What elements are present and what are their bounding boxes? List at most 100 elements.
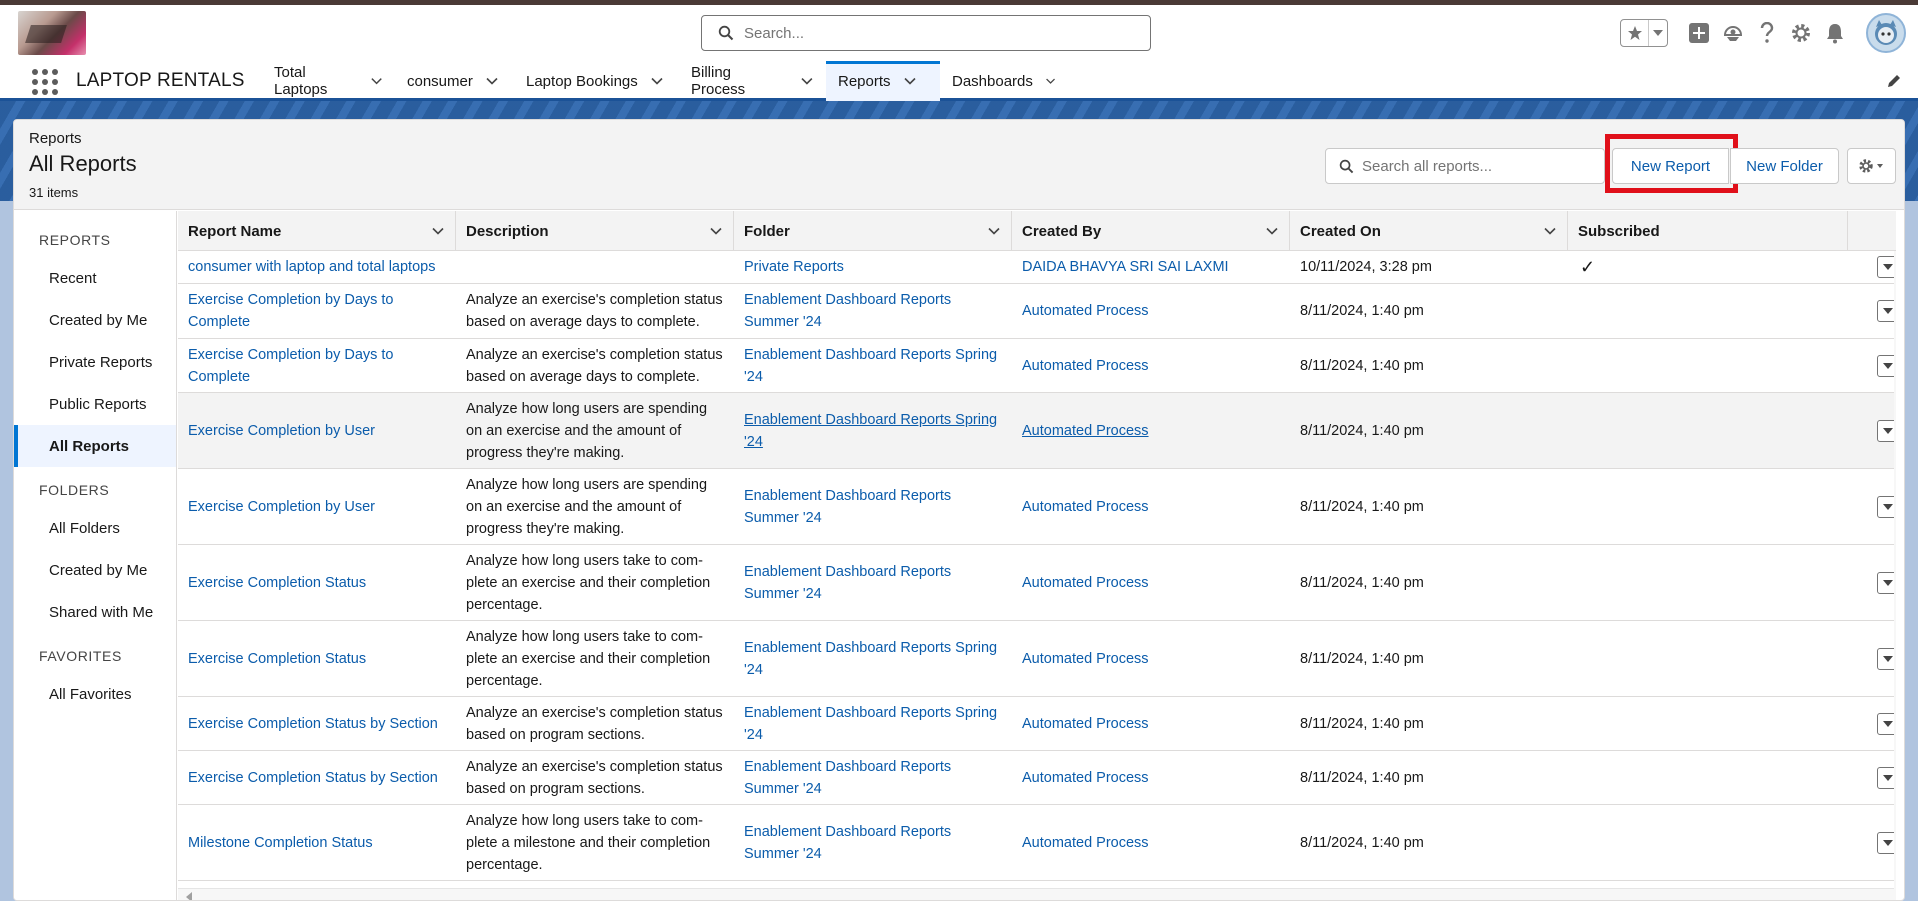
chevron-down-icon bbox=[1883, 775, 1893, 781]
report-name-link[interactable]: Milestone Completion Status bbox=[178, 805, 456, 880]
report-description: Analyze how long users take to com-plete… bbox=[466, 628, 711, 689]
setup-gear-icon[interactable] bbox=[1789, 21, 1813, 45]
report-subscribed bbox=[1568, 697, 1848, 750]
chevron-down-icon[interactable] bbox=[485, 74, 499, 88]
vertical-scrollbar[interactable] bbox=[1894, 251, 1896, 900]
list-settings-button[interactable] bbox=[1847, 148, 1896, 184]
report-created-by-link[interactable]: Automated Process bbox=[1012, 545, 1290, 620]
chevron-down-icon[interactable] bbox=[431, 224, 445, 238]
report-created-by-link[interactable]: Automated Process bbox=[1012, 339, 1290, 392]
report-name-link[interactable]: Exercise Completion by Days to Complete bbox=[178, 339, 456, 392]
edit-nav-pencil-icon[interactable] bbox=[1886, 73, 1902, 89]
column-header-created-by[interactable]: Created By bbox=[1012, 211, 1290, 251]
report-created-by-link[interactable]: Automated Process bbox=[1012, 284, 1290, 338]
chevron-down-icon[interactable] bbox=[987, 224, 1001, 238]
sidebar-item-folders-created-by-me[interactable]: Created by Me bbox=[14, 549, 176, 591]
notifications-bell-icon[interactable] bbox=[1823, 21, 1847, 45]
search-icon bbox=[1339, 159, 1354, 173]
chevron-down-icon[interactable] bbox=[650, 74, 664, 88]
report-search[interactable] bbox=[1325, 148, 1605, 184]
global-create-icon[interactable] bbox=[1687, 21, 1711, 45]
report-subscribed bbox=[1568, 751, 1848, 804]
column-header-subscribed[interactable]: Subscribed bbox=[1568, 211, 1848, 251]
column-header-folder[interactable]: Folder bbox=[734, 211, 1012, 251]
chevron-down-icon[interactable] bbox=[1265, 224, 1279, 238]
global-search-input[interactable] bbox=[744, 24, 1124, 42]
report-search-input[interactable] bbox=[1362, 157, 1602, 175]
report-created-by-link[interactable]: Automated Process bbox=[1012, 469, 1290, 544]
sidebar-item-recent[interactable]: Recent bbox=[14, 257, 176, 299]
nav-tab-laptop-bookings[interactable]: Laptop Bookings bbox=[514, 61, 679, 101]
sidebar-item-all-favorites[interactable]: All Favorites bbox=[14, 673, 176, 715]
report-name-link[interactable]: Exercise Completion by User bbox=[178, 393, 456, 468]
report-created-by-link[interactable]: Automated Process bbox=[1012, 393, 1290, 468]
subscribed-checkmark-icon: ✓ bbox=[1580, 257, 1596, 277]
report-folder-link[interactable]: Enablement Dashboard Reports Summer '24 bbox=[734, 469, 1012, 544]
nav-tab-billing-process[interactable]: Billing Process bbox=[679, 61, 826, 101]
nav-tab-reports[interactable]: Reports bbox=[826, 61, 940, 101]
report-name-link[interactable]: Exercise Completion by Days to Complete bbox=[178, 284, 456, 338]
nav-tab-consumer[interactable]: consumer bbox=[395, 61, 514, 101]
report-folder-link[interactable]: Private Reports bbox=[734, 251, 1012, 283]
app-name: LAPTOP RENTALS bbox=[76, 70, 245, 91]
report-created-by-link[interactable]: Automated Process bbox=[1012, 621, 1290, 696]
app-launcher-icon[interactable] bbox=[32, 69, 58, 95]
sidebar-item-all-reports[interactable]: All Reports bbox=[14, 425, 176, 467]
column-header-description[interactable]: Description bbox=[456, 211, 734, 251]
report-name-link[interactable]: consumer with laptop and total laptops bbox=[178, 251, 456, 283]
report-created-by-link[interactable]: Automated Process bbox=[1012, 805, 1290, 880]
chevron-down-icon[interactable] bbox=[709, 224, 723, 238]
sidebar-item-private-reports[interactable]: Private Reports bbox=[14, 341, 176, 383]
scroll-left-arrow-icon[interactable] bbox=[186, 892, 192, 900]
report-description: Analyze an exercise's completion status … bbox=[466, 346, 723, 385]
new-report-button[interactable]: New Report bbox=[1612, 148, 1729, 184]
table-row: Exercise Completion by Days to Complete … bbox=[178, 339, 1896, 393]
table-row: consumer with laptop and total laptops P… bbox=[178, 251, 1896, 284]
report-created-by-link[interactable]: Automated Process bbox=[1012, 697, 1290, 750]
nav-tab-label: consumer bbox=[407, 72, 473, 90]
report-folder-link[interactable]: Enablement Dashboard Reports Spring '24 bbox=[734, 697, 1012, 750]
report-name-link[interactable]: Exercise Completion Status bbox=[178, 545, 456, 620]
report-created-on: 8/11/2024, 1:40 pm bbox=[1300, 357, 1424, 374]
help-icon[interactable] bbox=[1755, 21, 1779, 45]
report-description: Analyze how long users are spending on a… bbox=[466, 476, 708, 537]
report-name-link[interactable]: Exercise Completion Status by Section bbox=[178, 751, 456, 804]
horizontal-scrollbar[interactable] bbox=[178, 888, 1894, 900]
report-created-on: 8/11/2024, 1:40 pm bbox=[1300, 769, 1424, 786]
report-folder-link[interactable]: Enablement Dashboard Reports Summer '24 bbox=[734, 284, 1012, 338]
chevron-down-icon[interactable] bbox=[903, 74, 917, 88]
report-description bbox=[456, 251, 734, 283]
nav-tab-total-laptops[interactable]: Total Laptops bbox=[262, 61, 395, 101]
global-search[interactable] bbox=[701, 15, 1151, 51]
report-folder-link[interactable]: Enablement Dashboard Reports Spring '24 bbox=[734, 339, 1012, 392]
sidebar-item-created-by-me[interactable]: Created by Me bbox=[14, 299, 176, 341]
report-folder-link[interactable]: Enablement Dashboard Reports Spring '24 bbox=[734, 621, 1012, 696]
report-name-link[interactable]: Exercise Completion by User bbox=[178, 469, 456, 544]
trailhead-guidance-icon[interactable] bbox=[1721, 21, 1745, 45]
report-folder-link[interactable]: Enablement Dashboard Reports Summer '24 bbox=[734, 751, 1012, 804]
chevron-down-icon[interactable] bbox=[800, 74, 814, 88]
report-folder-link[interactable]: Enablement Dashboard Reports Summer '24 bbox=[734, 545, 1012, 620]
column-header-created-on[interactable]: Created On bbox=[1290, 211, 1568, 251]
report-folder-link[interactable]: Enablement Dashboard Reports Summer '24 bbox=[734, 805, 1012, 880]
sidebar-item-shared-with-me[interactable]: Shared with Me bbox=[14, 591, 176, 633]
report-created-by-link[interactable]: Automated Process bbox=[1012, 751, 1290, 804]
column-header-report-name[interactable]: Report Name bbox=[178, 211, 456, 251]
sidebar-item-public-reports[interactable]: Public Reports bbox=[14, 383, 176, 425]
report-name-link[interactable]: Exercise Completion Status bbox=[178, 621, 456, 696]
chevron-down-icon[interactable] bbox=[370, 74, 383, 88]
nav-tab-dashboards[interactable]: Dashboards bbox=[940, 61, 1068, 101]
chevron-down-icon[interactable] bbox=[1045, 74, 1056, 88]
new-folder-button[interactable]: New Folder bbox=[1730, 148, 1839, 184]
org-logo[interactable] bbox=[18, 11, 86, 55]
column-header-label: Folder bbox=[744, 222, 790, 240]
user-avatar[interactable] bbox=[1866, 13, 1906, 53]
report-created-by-link[interactable]: DAIDA BHAVYA SRI SAI LAXMI bbox=[1012, 251, 1290, 283]
report-folder-link[interactable]: Enablement Dashboard Reports Spring '24 bbox=[734, 393, 1012, 468]
star-icon[interactable] bbox=[1621, 20, 1649, 46]
report-subscribed bbox=[1568, 339, 1848, 392]
chevron-down-icon[interactable] bbox=[1543, 224, 1557, 238]
sidebar-item-all-folders[interactable]: All Folders bbox=[14, 507, 176, 549]
favorites-menu-chevron-icon[interactable] bbox=[1649, 30, 1667, 36]
report-name-link[interactable]: Exercise Completion Status by Section bbox=[178, 697, 456, 750]
